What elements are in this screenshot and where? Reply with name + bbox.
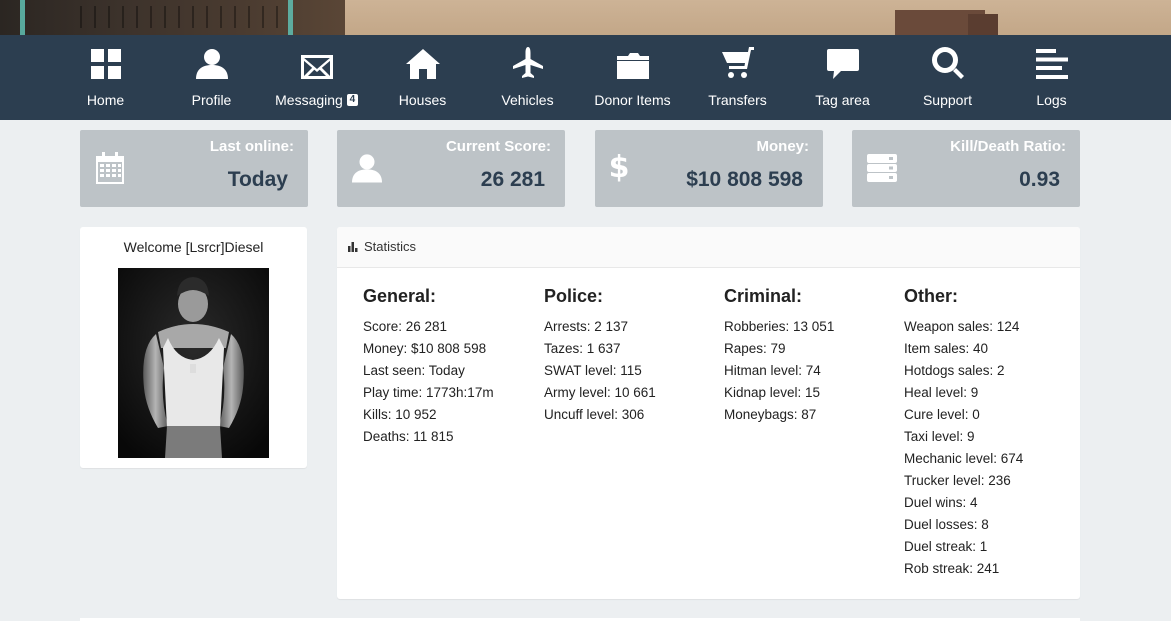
avatar	[118, 268, 269, 458]
nav-label-logs: Logs	[1036, 92, 1067, 108]
card-value-last-online: Today	[227, 168, 288, 191]
kill-death-ratio-card: Kill/Death Ratio: 0.93	[852, 130, 1080, 207]
stat-line: Duel losses: 8	[904, 517, 989, 532]
nav-item-home[interactable]: Home	[53, 35, 158, 120]
card-title-kd-ratio: Kill/Death Ratio:	[950, 138, 1066, 155]
welcome-message: Welcome [Lsrcr]Diesel	[123, 239, 264, 255]
stat-line: Robberies: 13 051	[724, 319, 835, 334]
stat-line: Hotdogs sales: 2	[904, 363, 1005, 378]
stat-line: Hitman level: 74	[724, 363, 821, 378]
money-card: $ Money: $10 808 598	[595, 130, 823, 207]
nav-label-home: Home	[86, 92, 125, 108]
user-icon	[195, 35, 228, 81]
folder-icon	[616, 35, 649, 81]
nav-label-houses: Houses	[398, 92, 447, 108]
nav-item-tag-area[interactable]: Tag area	[790, 35, 895, 120]
stat-line: Money: $10 808 598	[363, 341, 487, 356]
card-title-current-score: Current Score:	[445, 138, 551, 155]
nav-label-support: Support	[922, 92, 973, 108]
stat-line: Tazes: 1 637	[544, 341, 621, 356]
nav-item-support[interactable]: Support	[895, 35, 1000, 120]
column-title: Other:	[904, 286, 958, 306]
server-icon	[866, 150, 898, 186]
card-value-money: $10 808 598	[686, 168, 803, 191]
nav-item-houses[interactable]: Houses	[370, 35, 475, 120]
stat-line: Duel streak: 1	[904, 539, 988, 554]
stat-line: Kills: 10 952	[363, 407, 437, 422]
card-title-money: Money:	[756, 138, 810, 155]
envelope-icon	[300, 35, 333, 81]
stat-line: Moneybags: 87	[724, 407, 817, 422]
bar-chart-icon	[348, 242, 358, 252]
stat-line: Kidnap level: 15	[724, 385, 821, 400]
banner-image-right	[345, 0, 1171, 35]
card-value-current-score: 26 281	[480, 168, 545, 191]
nav-label-profile: Profile	[191, 92, 232, 108]
calendar-icon	[94, 150, 126, 186]
comment-icon	[826, 35, 859, 81]
stat-line: Duel wins: 4	[904, 495, 978, 510]
current-score-card: Current Score: 26 281	[337, 130, 565, 207]
nav-label-donor-items: Donor Items	[594, 92, 671, 108]
header-banner	[0, 0, 1171, 35]
home-grid-icon	[90, 35, 121, 81]
general-stats-column: General: Score: 26 281 Money: $10 808 59…	[363, 285, 538, 448]
stat-line: Mechanic level: 674	[904, 451, 1024, 466]
main-navbar: Home Profile Messaging 4 Houses Vehicles …	[0, 35, 1171, 120]
column-title: General:	[363, 286, 437, 306]
cart-icon	[721, 35, 754, 81]
stat-line: Score: 26 281	[363, 319, 448, 334]
statistics-panel-header: Statistics	[337, 227, 1080, 268]
house-icon	[405, 35, 440, 81]
stat-line: Trucker level: 236	[904, 473, 1011, 488]
stat-line: Item sales: 40	[904, 341, 989, 356]
police-stats-column: Police: Arrests: 2 137 Tazes: 1 637 SWAT…	[544, 285, 719, 426]
other-stats-column: Other: Weapon sales: 124 Item sales: 40 …	[904, 285, 1079, 580]
stat-line: Army level: 10 661	[544, 385, 656, 400]
align-left-icon	[1035, 35, 1068, 81]
stat-line: Rob streak: 241	[904, 561, 1000, 576]
banner-image-left	[0, 0, 345, 35]
stat-line: Uncuff level: 306	[544, 407, 645, 422]
nav-item-profile[interactable]: Profile	[159, 35, 264, 120]
stat-line: Rapes: 79	[724, 341, 786, 356]
criminal-stats-column: Criminal: Robberies: 13 051 Rapes: 79 Hi…	[724, 285, 899, 426]
nav-item-donor-items[interactable]: Donor Items	[580, 35, 685, 120]
dollar-icon: $	[608, 150, 630, 185]
nav-item-vehicles[interactable]: Vehicles	[475, 35, 580, 120]
last-online-card: Last online: Today	[80, 130, 308, 207]
user-icon	[351, 150, 383, 186]
column-title: Criminal:	[724, 286, 803, 306]
stat-line: Cure level: 0	[904, 407, 980, 422]
nav-item-logs[interactable]: Logs	[999, 35, 1104, 120]
column-title: Police:	[544, 286, 604, 306]
profile-panel: Welcome [Lsrcr]Diesel	[80, 227, 307, 468]
message-count-badge: 4	[346, 94, 358, 106]
plane-icon	[512, 35, 543, 81]
search-icon	[931, 35, 964, 81]
nav-item-messaging[interactable]: Messaging 4	[264, 35, 369, 120]
nav-label-vehicles: Vehicles	[501, 92, 554, 108]
nav-label-messaging: Messaging	[275, 92, 343, 108]
nav-item-transfers[interactable]: Transfers	[685, 35, 790, 120]
statistics-title: Statistics	[364, 239, 417, 254]
stat-line: Deaths: 11 815	[363, 429, 454, 444]
stat-line: Weapon sales: 124	[904, 319, 1020, 334]
stat-line: Taxi level: 9	[904, 429, 975, 444]
stat-line: Play time: 1773h:17m	[363, 385, 494, 400]
nav-label-transfers: Transfers	[708, 92, 767, 108]
stat-line: SWAT level: 115	[544, 363, 642, 378]
stat-line: Heal level: 9	[904, 385, 979, 400]
stat-line: Last seen: Today	[363, 363, 465, 378]
card-value-kd-ratio: 0.93	[1019, 168, 1060, 191]
statistics-panel: Statistics General: Score: 26 281 Money:…	[337, 227, 1080, 599]
card-title-last-online: Last online:	[209, 138, 294, 155]
stat-line: Arrests: 2 137	[544, 319, 629, 334]
nav-label-tag-area: Tag area	[815, 92, 870, 108]
